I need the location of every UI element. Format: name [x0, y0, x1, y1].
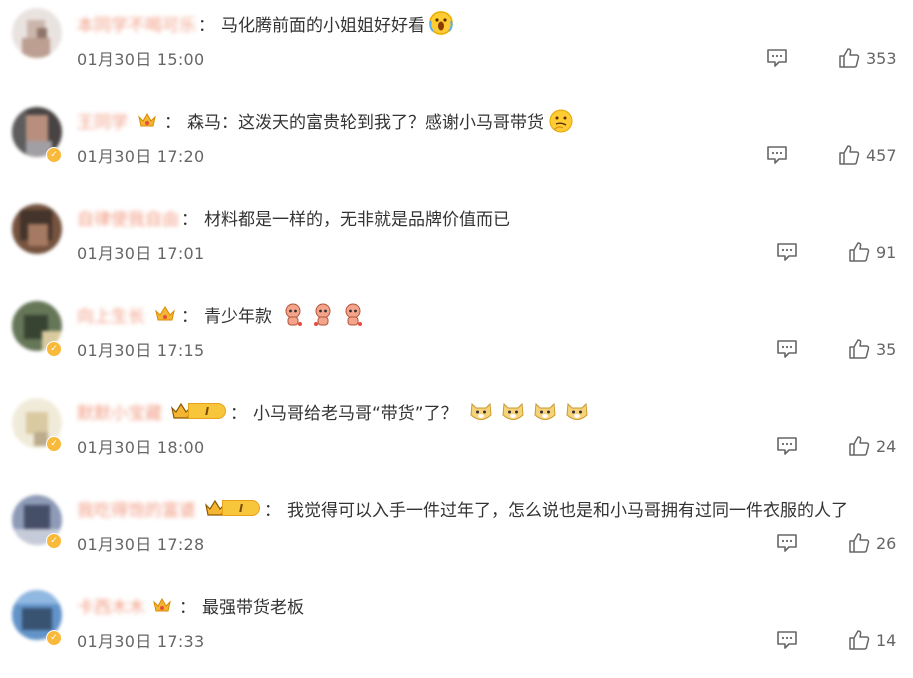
comment-item: 本同学不喝可乐 ： 马化腾前面的小姐姐好好看 01月30日 15:00 353 — [0, 0, 913, 96]
vip-level: I — [188, 403, 226, 419]
colon: ： — [230, 403, 247, 424]
thinking-emoji-icon — [548, 108, 573, 133]
like-count: 24 — [876, 436, 897, 456]
comment-text: 我觉得可以入手一件过年了，怎么说也是和小马哥拥有过同一件衣服的人了 — [287, 500, 848, 521]
dancing-emoji-icon — [280, 302, 304, 326]
colon: ： — [179, 597, 196, 618]
comment-line: 卡西木木 ： 最强带货老板 — [77, 592, 304, 618]
thumbs-up-icon — [839, 145, 860, 165]
thumbs-up-icon — [849, 242, 870, 262]
thumbs-up-icon — [849, 339, 870, 359]
vip-badge: I — [204, 498, 260, 518]
like-button[interactable]: 24 — [848, 434, 896, 458]
colon: ： — [264, 500, 281, 521]
avatar[interactable] — [12, 204, 62, 254]
colon: ： — [181, 209, 198, 230]
comment-item: ✓ 王同学 ： 森马：这泼天的富贵轮到我了？感谢小马哥带货 01月30日 17:… — [0, 97, 913, 193]
like-button[interactable]: 35 — [848, 337, 896, 361]
verified-badge-icon: ✓ — [46, 533, 62, 549]
comment-item: ✓ 默默小宝藏 I ： 小马哥给老马哥“带货”了？ 01月30日 18:00 2… — [0, 388, 913, 484]
comment-item: ✓ 卡西木木 ： 最强带货老板 01月30日 17:33 14 — [0, 582, 913, 678]
colon: ： — [164, 112, 181, 133]
username[interactable]: 向上生长 — [77, 302, 145, 327]
thumbs-up-icon — [839, 48, 860, 68]
comment-text: 小马哥给老马哥“带货”了？ — [253, 403, 458, 424]
comment-line: 我吃得饱的富婆 I ： 我觉得可以入手一件过年了，怎么说也是和小马哥拥有过同一件… — [77, 495, 848, 521]
comment-line: 自律使我自由 ： 材料都是一样的，无非就是品牌价值而已 — [77, 204, 510, 230]
verified-badge-icon: ✓ — [46, 147, 62, 163]
like-count: 457 — [866, 145, 897, 165]
comment-line: 默默小宝藏 I ： 小马哥给老马哥“带货”了？ — [77, 398, 590, 424]
comment-icon[interactable] — [776, 339, 798, 359]
like-button[interactable]: 353 — [838, 46, 897, 70]
like-button[interactable]: 26 — [848, 531, 896, 555]
thumbs-up-icon — [849, 533, 870, 553]
crown-icon — [136, 109, 158, 131]
doge-emoji-icon — [470, 402, 492, 420]
comment-icon[interactable] — [776, 436, 798, 456]
timestamp: 01月30日 18:00 — [77, 438, 205, 457]
verified-badge-icon: ✓ — [46, 341, 62, 357]
comment-icon[interactable] — [776, 242, 798, 262]
comment-text: 青少年款 — [204, 306, 272, 327]
like-button[interactable]: 457 — [838, 143, 897, 167]
thumbs-up-icon — [849, 630, 870, 650]
verified-badge-icon: ✓ — [46, 436, 62, 452]
doge-emoji-icon — [534, 402, 556, 420]
vip-level: I — [222, 500, 260, 516]
like-count: 353 — [866, 48, 897, 68]
scream-emoji-icon — [429, 11, 453, 35]
username[interactable]: 本同学不喝可乐 — [77, 11, 196, 36]
doge-emoji-icon — [502, 402, 524, 420]
crown-icon — [153, 303, 175, 325]
timestamp: 01月30日 17:15 — [77, 341, 205, 360]
verified-badge-icon: ✓ — [46, 630, 62, 646]
username[interactable]: 王同学 — [77, 108, 128, 133]
comment-line: 王同学 ： 森马：这泼天的富贵轮到我了？感谢小马哥带货 — [77, 107, 573, 133]
like-button[interactable]: 14 — [848, 628, 896, 652]
timestamp: 01月30日 17:01 — [77, 244, 205, 263]
comment-icon[interactable] — [766, 48, 788, 68]
vip-badge: I — [170, 401, 226, 421]
timestamp: 01月30日 17:33 — [77, 632, 205, 651]
like-button[interactable]: 91 — [848, 240, 896, 264]
colon: ： — [198, 15, 215, 36]
comment-line: 本同学不喝可乐 ： 马化腾前面的小姐姐好好看 — [77, 10, 453, 36]
thumbs-up-icon — [849, 436, 870, 456]
comment-icon[interactable] — [776, 533, 798, 553]
dancing-emoji-icon — [340, 302, 364, 326]
username[interactable]: 我吃得饱的富婆 — [77, 496, 196, 521]
colon: ： — [181, 306, 198, 327]
like-count: 26 — [876, 533, 897, 553]
crown-icon — [151, 594, 173, 616]
comment-text: 材料都是一样的，无非就是品牌价值而已 — [204, 209, 510, 230]
comment-text: 最强带货老板 — [202, 597, 304, 618]
comment-text: 马化腾前面的小姐姐好好看 — [221, 15, 425, 36]
like-count: 14 — [876, 630, 897, 650]
username[interactable]: 默默小宝藏 — [77, 399, 162, 424]
timestamp: 01月30日 17:28 — [77, 535, 205, 554]
comment-text: 森马：这泼天的富贵轮到我了？感谢小马哥带货 — [187, 112, 544, 133]
username[interactable]: 自律使我自由 — [77, 205, 179, 230]
timestamp: 01月30日 17:20 — [77, 147, 205, 166]
comment-icon[interactable] — [766, 145, 788, 165]
comment-icon[interactable] — [776, 630, 798, 650]
like-count: 91 — [876, 242, 897, 262]
comment-item: ✓ 我吃得饱的富婆 I ： 我觉得可以入手一件过年了，怎么说也是和小马哥拥有过同… — [0, 485, 913, 581]
username[interactable]: 卡西木木 — [77, 593, 145, 618]
comment-item: ✓ 向上生长 ： 青少年款 01月30日 17:15 35 — [0, 291, 913, 387]
avatar[interactable] — [12, 8, 62, 58]
doge-emoji-icon — [566, 402, 588, 420]
comment-line: 向上生长 ： 青少年款 — [77, 301, 364, 327]
like-count: 35 — [876, 339, 897, 359]
dancing-emoji-icon — [310, 302, 334, 326]
timestamp: 01月30日 15:00 — [77, 50, 205, 69]
comment-item: 自律使我自由 ： 材料都是一样的，无非就是品牌价值而已 01月30日 17:01… — [0, 194, 913, 290]
